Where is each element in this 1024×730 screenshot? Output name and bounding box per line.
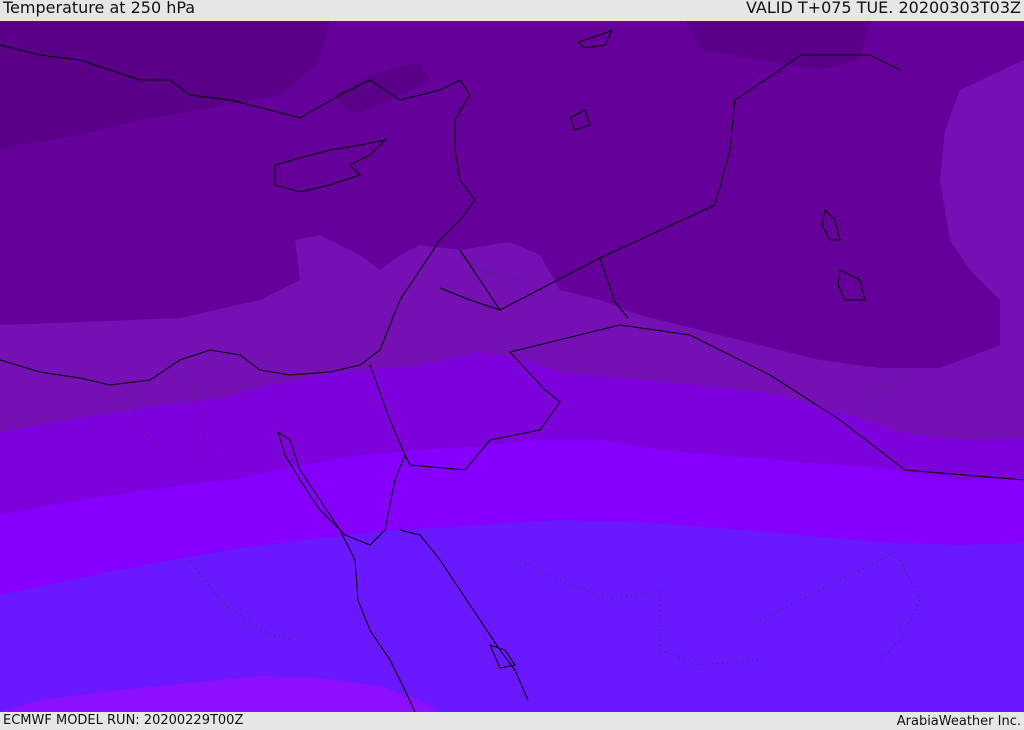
valid-time-label: VALID T+075 TUE. 20200303T03Z: [745, 0, 1021, 17]
footer-bar: ECMWF MODEL RUN: 20200229T00Z ArabiaWeat…: [0, 712, 1024, 729]
weather-map[interactable]: [0, 21, 1024, 712]
map-canvas: [0, 21, 1024, 712]
model-run-label: ECMWF MODEL RUN: 20200229T00Z: [3, 713, 244, 728]
credit-label: ArabiaWeather Inc.: [896, 714, 1021, 729]
header-bar: Temperature at 250 hPa VALID T+075 TUE. …: [0, 0, 1024, 21]
map-title: Temperature at 250 hPa: [3, 0, 196, 17]
